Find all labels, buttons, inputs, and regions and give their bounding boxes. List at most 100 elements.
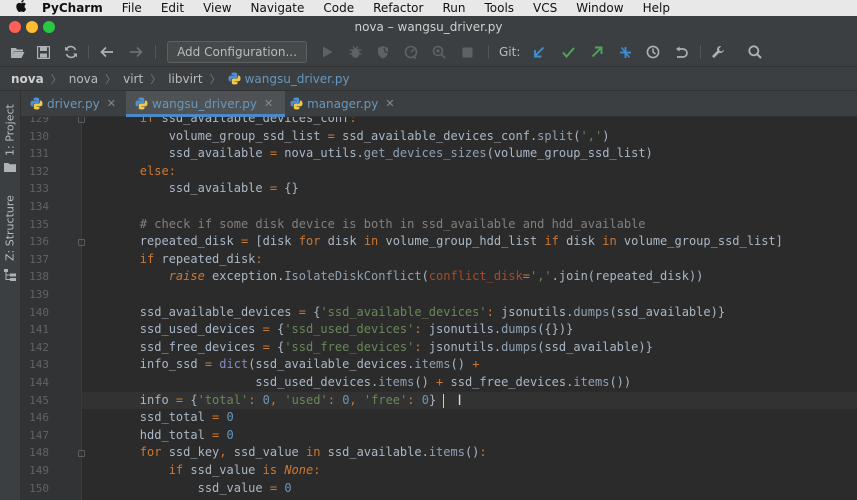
code-line[interactable]: ssd_value = 0: [82, 480, 857, 498]
window-title: nova – wangsu_driver.py: [354, 20, 503, 34]
line-number: 137: [29, 252, 49, 266]
menu-tools[interactable]: Tools: [484, 0, 514, 16]
breadcrumb-folder-libvirt[interactable]: libvirt: [168, 72, 202, 86]
line-number: 146: [29, 411, 49, 425]
code-line[interactable]: if repeated_disk:: [82, 251, 857, 269]
menu-vcs[interactable]: VCS: [533, 0, 557, 16]
breadcrumb-file[interactable]: wangsu_driver.py: [245, 72, 350, 86]
stop-icon[interactable]: [456, 41, 478, 63]
sync-icon[interactable]: [60, 41, 82, 63]
line-number: 145: [29, 393, 49, 407]
tab-label: wangsu_driver.py: [152, 96, 257, 111]
menu-window[interactable]: Window: [576, 0, 623, 16]
python-file-icon: [228, 72, 241, 85]
apple-icon[interactable]: [14, 0, 28, 18]
menu-help[interactable]: Help: [643, 0, 670, 16]
rollback-icon[interactable]: [670, 41, 692, 63]
back-icon[interactable]: [96, 41, 118, 63]
wrench-icon[interactable]: [707, 41, 729, 63]
editor-tabs: driver.py ✕ wangsu_driver.py ✕ manager.p…: [21, 91, 857, 117]
line-number: 136: [29, 235, 49, 249]
code-editor[interactable]: 129 130 131 132 133 134 135 136 137 138 139 140 141 1…: [21, 117, 857, 500]
menu-edit[interactable]: Edit: [161, 0, 184, 16]
left-tool-window-strip: 1: Project Z: Structure: [0, 91, 21, 500]
code-line[interactable]: [82, 286, 857, 304]
window-close-button[interactable]: [9, 21, 21, 33]
close-icon[interactable]: ✕: [264, 97, 273, 110]
code-line[interactable]: # check if some disk device is both in s…: [82, 216, 857, 234]
coverage-icon[interactable]: [372, 41, 394, 63]
menu-run[interactable]: Run: [442, 0, 465, 16]
code-line[interactable]: volume_group_ssd_list = ssd_available_de…: [82, 128, 857, 146]
line-number: 135: [29, 217, 49, 231]
menu-refactor[interactable]: Refactor: [373, 0, 423, 16]
menu-app-name[interactable]: PyCharm: [42, 0, 103, 16]
tab-label: driver.py: [47, 96, 100, 111]
tab-driver-py[interactable]: driver.py ✕: [30, 91, 134, 116]
tab-wangsu-driver-py[interactable]: wangsu_driver.py ✕: [126, 91, 285, 117]
git-merge-icon[interactable]: [614, 41, 636, 63]
code-line[interactable]: raise exception.IsolateDiskConflict(conf…: [82, 268, 857, 286]
menu-navigate[interactable]: Navigate: [251, 0, 305, 16]
breadcrumb-folder-nova[interactable]: nova: [69, 72, 98, 86]
save-icon[interactable]: [32, 41, 54, 63]
code-line[interactable]: ssd_available_devices = {'ssd_available_…: [82, 304, 857, 322]
code-line[interactable]: ssd_total = 0: [82, 409, 857, 427]
code-line[interactable]: hdd_total = 0: [82, 427, 857, 445]
code-line[interactable]: info = {'total': 0, 'used': 0, 'free': 0…: [82, 391, 857, 410]
code-line[interactable]: if ssd_available_devices_conf:: [82, 117, 857, 128]
project-tool-tab[interactable]: 1: Project: [0, 101, 20, 159]
git-push-icon[interactable]: [586, 41, 608, 63]
menu-code[interactable]: Code: [323, 0, 354, 16]
line-number: 144: [29, 376, 49, 389]
python-file-icon: [30, 97, 43, 110]
code-line[interactable]: ssd_available = nova_utils.get_devices_s…: [82, 145, 857, 163]
line-number: 140: [29, 305, 49, 319]
git-label: Git:: [499, 45, 521, 59]
line-number-gutter: 129 130 131 132 133 134 135 136 137 138 139 140 141 1…: [21, 117, 85, 500]
code-line[interactable]: [82, 198, 857, 216]
line-number: 147: [29, 428, 49, 442]
code-line[interactable]: repeated_disk = [disk for disk in volume…: [82, 233, 857, 251]
window-zoom-button[interactable]: [43, 21, 55, 33]
line-number: 130: [29, 129, 49, 143]
folder-open-icon[interactable]: [6, 41, 28, 63]
line-number: 141: [29, 323, 49, 337]
code-line[interactable]: ssd_available = {}: [82, 180, 857, 198]
tab-label: manager.py: [307, 96, 379, 111]
git-commit-icon[interactable]: [557, 41, 579, 63]
add-configuration-button[interactable]: Add Configuration...: [167, 41, 307, 63]
run-icon[interactable]: [316, 41, 338, 63]
code-line[interactable]: ssd_free_devices = {'ssd_free_devices': …: [82, 339, 857, 357]
profile-icon[interactable]: [400, 41, 422, 63]
code-line[interactable]: ssd_used_devices = {'ssd_used_devices': …: [82, 321, 857, 339]
breadcrumb-project[interactable]: nova: [11, 72, 44, 86]
code-line[interactable]: if ssd_value is None:: [82, 462, 857, 480]
window-minimize-button[interactable]: [26, 21, 38, 33]
tab-manager-py[interactable]: manager.py ✕: [290, 91, 400, 116]
window-title-bar: nova – wangsu_driver.py: [0, 16, 857, 38]
code-line[interactable]: ssd_used_devices.items() + ssd_free_devi…: [82, 374, 857, 392]
menu-view[interactable]: View: [203, 0, 231, 16]
forward-icon[interactable]: [125, 41, 147, 63]
code-line[interactable]: info_ssd = dict(ssd_available_devices.it…: [82, 356, 857, 374]
history-icon[interactable]: [642, 41, 664, 63]
menu-file[interactable]: File: [122, 0, 142, 16]
python-file-icon: [135, 97, 148, 110]
close-icon[interactable]: ✕: [385, 97, 394, 110]
line-number: 129: [29, 117, 49, 125]
macos-menu-bar: PyCharm File Edit View Navigate Code Ref…: [0, 0, 857, 16]
search-icon[interactable]: [744, 41, 766, 63]
structure-tool-tab[interactable]: Z: Structure: [0, 191, 20, 266]
line-number: 150: [29, 481, 49, 495]
attach-icon[interactable]: [428, 41, 450, 63]
code-line[interactable]: else:: [82, 163, 857, 181]
text-caret: [443, 393, 444, 408]
close-icon[interactable]: ✕: [107, 97, 116, 110]
debug-icon[interactable]: [344, 41, 366, 63]
code-line[interactable]: for ssd_key, ssd_value in ssd_available.…: [82, 444, 857, 462]
structure-icon: [4, 269, 16, 285]
breadcrumb-folder-virt[interactable]: virt: [123, 72, 143, 86]
line-number: 134: [29, 200, 49, 213]
git-update-icon[interactable]: [528, 41, 550, 63]
